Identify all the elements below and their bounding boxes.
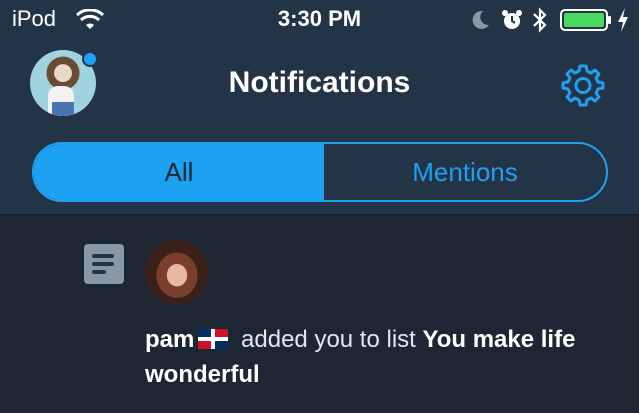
battery-icon: [560, 9, 611, 31]
notification-username[interactable]: pam: [145, 326, 194, 353]
bluetooth-icon: [533, 7, 547, 33]
moon-icon: [472, 10, 489, 29]
charging-bolt-icon: [618, 8, 628, 32]
status-bar: iPod 3:30 PM: [0, 0, 639, 40]
notification-item[interactable]: pam added you to list You make life wond…: [145, 322, 625, 392]
tab-mentions[interactable]: Mentions: [324, 144, 606, 200]
dominican-flag-icon: [198, 329, 229, 349]
notification-user-avatar[interactable]: [145, 240, 209, 304]
notification-action: added you to list: [241, 326, 416, 353]
unread-badge: [82, 51, 98, 67]
tab-all[interactable]: All: [34, 144, 324, 200]
alarm-icon: [502, 10, 522, 29]
page-title: Notifications: [228, 66, 411, 99]
gear-icon[interactable]: [560, 62, 606, 108]
notification-filter-tabs: All Mentions: [32, 142, 608, 202]
list-icon: [84, 244, 124, 284]
